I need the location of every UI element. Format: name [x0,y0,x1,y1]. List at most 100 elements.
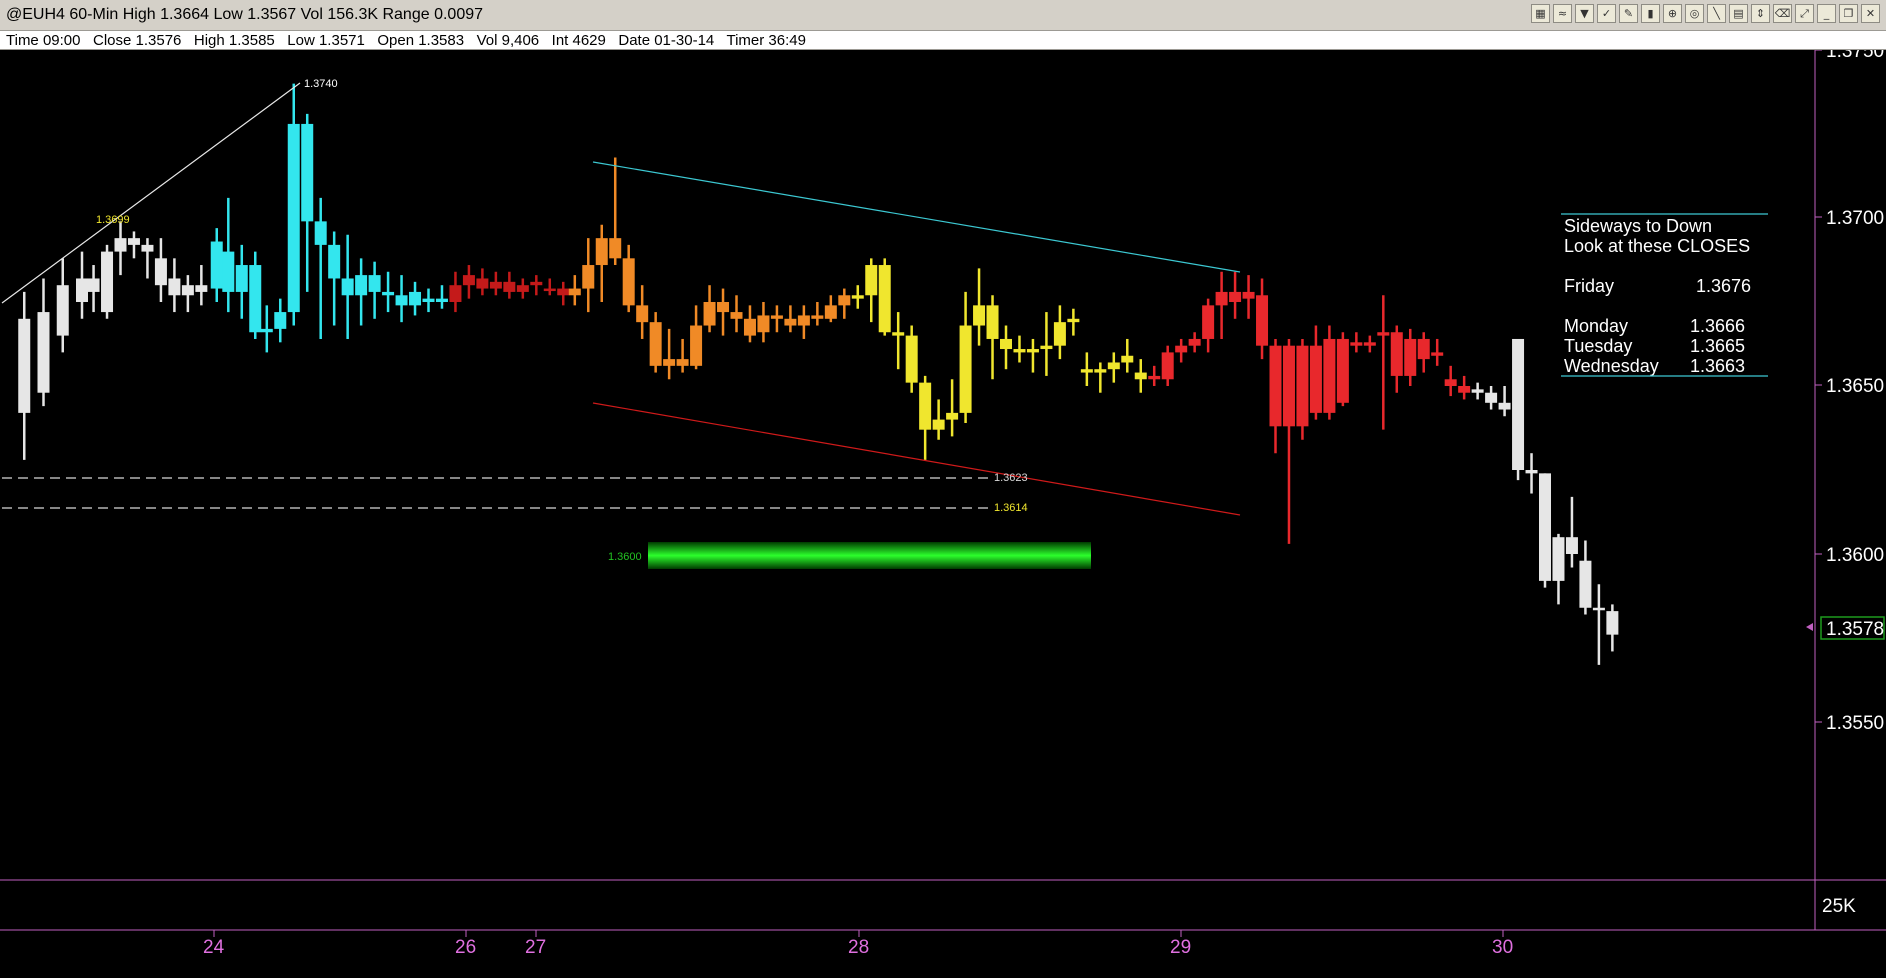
candle-body[interactable] [1309,345,1322,413]
candle-body[interactable] [1498,402,1511,410]
candle-body[interactable] [703,302,716,326]
candle-body[interactable] [851,295,864,299]
candle-body[interactable] [946,412,959,420]
candle-body[interactable] [1377,332,1390,336]
candle-body[interactable] [743,318,756,336]
draw-icon[interactable]: ╲ [1707,4,1726,23]
trash-icon[interactable]: ⌫ [1773,4,1792,23]
candle-body[interactable] [690,325,703,366]
candle-body[interactable] [328,244,341,279]
restore-icon[interactable]: ❐ [1839,4,1858,23]
candle-body[interactable] [168,278,181,296]
indicator-icon[interactable]: ≈ [1553,4,1572,23]
candle-body[interactable] [892,332,905,336]
candle-body[interactable] [1026,349,1039,353]
alarm-icon[interactable]: ⊕ [1663,4,1682,23]
candle-body[interactable] [838,295,851,306]
candle-body[interactable] [409,291,422,306]
candle-body[interactable] [1242,291,1255,299]
filter-icon[interactable]: ▼ [1575,4,1594,23]
candle-body[interactable] [784,318,797,326]
candle-body[interactable] [314,221,327,245]
candle-body[interactable] [730,312,743,319]
candle-body[interactable] [1390,332,1403,376]
candle-body[interactable] [1282,345,1295,427]
candle-body[interactable] [824,305,837,319]
candle-body[interactable] [114,238,127,252]
candle-body[interactable] [1121,355,1134,363]
candle-body[interactable] [18,318,31,413]
candle-body[interactable] [770,315,783,319]
candle-body[interactable] [101,251,114,313]
close-icon[interactable]: ✕ [1861,4,1880,23]
candle-body[interactable] [1417,338,1430,360]
candle-body[interactable] [595,238,608,266]
candle-body[interactable] [181,285,194,296]
chart-canvas[interactable]: 1.3740 1.3699 1.3623 1.3614 1.3600 Sidew… [0,50,1886,978]
candle-body[interactable] [249,265,262,333]
candle-body[interactable] [260,328,273,333]
candle-body[interactable] [1175,345,1188,353]
candle-body[interactable] [1512,338,1525,470]
candle-body[interactable] [422,298,435,302]
candle-body[interactable] [287,123,300,313]
candle-body[interactable] [382,291,395,296]
candle-body[interactable] [76,278,88,302]
candle-body[interactable] [37,312,50,393]
candle-body[interactable] [449,285,462,302]
candle-body[interactable] [1606,611,1619,635]
candle-body[interactable] [663,359,676,366]
candle-body[interactable] [1067,318,1080,323]
candle-body[interactable] [973,305,986,326]
check-icon[interactable]: ✓ [1597,4,1616,23]
candle-body[interactable] [462,275,475,286]
price-chart[interactable]: 1.3740 1.3699 1.3623 1.3614 1.3600 Sidew… [0,50,1886,978]
candle-body[interactable] [1188,338,1201,346]
candle-body[interactable] [127,238,140,245]
candle-body[interactable] [878,265,891,333]
candle-body[interactable] [1013,349,1026,353]
candle-body[interactable] [1215,291,1228,306]
candle-body[interactable] [717,302,730,313]
candle-body[interactable] [1080,369,1093,373]
candle-body[interactable] [1485,392,1498,403]
candle-body[interactable] [959,325,972,413]
candle-body[interactable] [1363,342,1376,346]
candle-body[interactable] [905,335,918,383]
doc-icon[interactable]: ▤ [1729,4,1748,23]
candle-body[interactable] [1269,345,1282,427]
candle-body[interactable] [757,315,770,333]
candle-body[interactable] [1229,291,1242,302]
candle-body[interactable] [1336,338,1349,403]
candle-body[interactable] [503,281,516,292]
candle-body[interactable] [222,251,235,292]
minimize-icon[interactable]: _ [1817,4,1836,23]
candle-body[interactable] [1525,470,1538,474]
candle-body[interactable] [919,382,932,430]
target-icon[interactable]: ◎ [1685,4,1704,23]
target-zone[interactable] [648,542,1091,569]
candle-body[interactable] [1134,372,1147,380]
candle-body[interactable] [56,285,69,336]
candle-body[interactable] [1202,305,1215,339]
candle-body[interactable] [235,265,248,292]
zoom-icon[interactable]: ⤢ [1795,4,1814,23]
candle-body[interactable] [516,285,529,292]
candle-body[interactable] [1565,537,1578,554]
candle-body[interactable] [368,275,381,292]
candle-body[interactable] [676,359,689,366]
candle-body[interactable] [986,305,999,339]
candle-body[interactable] [489,281,502,289]
up-down-icon[interactable]: ⇕ [1751,4,1770,23]
candle-body[interactable] [1094,369,1107,373]
candle-body[interactable] [154,258,167,286]
candle-body[interactable] [622,258,635,306]
candle-body[interactable] [582,265,595,289]
candle-body[interactable] [1471,389,1484,393]
candle-body[interactable] [301,123,314,222]
candle-body[interactable] [476,278,489,289]
candle-body[interactable] [1256,295,1269,346]
candle-body[interactable] [1552,537,1565,581]
candle-body[interactable] [530,281,543,286]
candle-body[interactable] [797,315,810,326]
